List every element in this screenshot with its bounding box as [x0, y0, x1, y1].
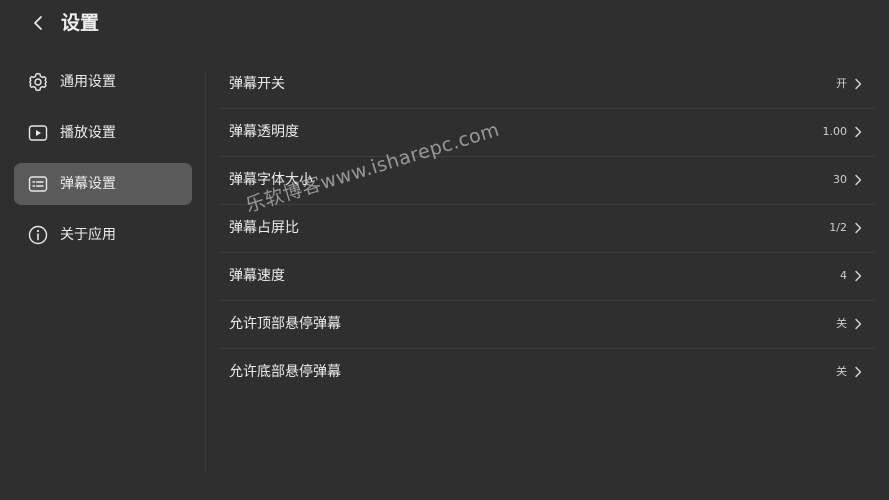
sidebar-item-label: 通用设置: [60, 74, 116, 90]
chevron-right-icon: [855, 222, 862, 234]
chevron-right-icon: [855, 174, 862, 186]
setting-label: 允许底部悬停弹幕: [229, 364, 341, 380]
settings-screen: 设置 通用设置 播放设置 弹幕设置 关于应用 弹幕开关 开 弹幕透明度 1.00…: [0, 0, 889, 500]
info-icon: [28, 225, 48, 245]
setting-value: 开: [836, 77, 847, 90]
setting-row-font-size[interactable]: 弹幕字体大小 30: [220, 157, 875, 205]
setting-row-speed[interactable]: 弹幕速度 4: [220, 253, 875, 301]
chevron-right-icon: [855, 366, 862, 378]
sidebar-item-general[interactable]: 通用设置: [14, 61, 192, 103]
setting-value: 30: [833, 173, 847, 186]
page-title: 设置: [61, 12, 100, 34]
back-button[interactable]: [26, 11, 50, 35]
danmaku-icon: [28, 174, 48, 194]
sidebar-item-danmaku[interactable]: 弹幕设置: [14, 163, 192, 205]
settings-list: 弹幕开关 开 弹幕透明度 1.00 弹幕字体大小 30 弹幕占屏比 1/2 弹幕…: [220, 61, 875, 396]
play-icon: [28, 123, 48, 143]
chevron-right-icon: [855, 318, 862, 330]
setting-row-opacity[interactable]: 弹幕透明度 1.00: [220, 109, 875, 157]
sidebar-item-playback[interactable]: 播放设置: [14, 112, 192, 154]
setting-value: 1.00: [822, 125, 848, 138]
setting-row-screen-ratio[interactable]: 弹幕占屏比 1/2: [220, 205, 875, 253]
chevron-left-icon: [34, 16, 42, 30]
setting-row-bottom-fixed[interactable]: 允许底部悬停弹幕 关: [220, 349, 875, 396]
setting-value: 关: [836, 365, 847, 378]
setting-value: 4: [840, 269, 847, 282]
chevron-right-icon: [855, 78, 862, 90]
divider: [205, 72, 206, 472]
setting-label: 允许顶部悬停弹幕: [229, 316, 341, 332]
chevron-right-icon: [855, 270, 862, 282]
gear-icon: [28, 72, 48, 92]
setting-label: 弹幕占屏比: [229, 220, 299, 236]
setting-value: 1/2: [829, 221, 847, 234]
sidebar-item-label: 弹幕设置: [60, 176, 116, 192]
setting-value: 关: [836, 317, 847, 330]
sidebar: 通用设置 播放设置 弹幕设置 关于应用: [14, 61, 192, 265]
chevron-right-icon: [855, 126, 862, 138]
setting-label: 弹幕开关: [229, 76, 285, 92]
header: 设置: [0, 0, 889, 48]
sidebar-item-label: 播放设置: [60, 125, 116, 141]
setting-label: 弹幕字体大小: [229, 172, 313, 188]
setting-label: 弹幕透明度: [229, 124, 299, 140]
setting-label: 弹幕速度: [229, 268, 285, 284]
sidebar-item-label: 关于应用: [60, 227, 116, 243]
setting-row-danmaku-toggle[interactable]: 弹幕开关 开: [220, 61, 875, 109]
sidebar-item-about[interactable]: 关于应用: [14, 214, 192, 256]
setting-row-top-fixed[interactable]: 允许顶部悬停弹幕 关: [220, 301, 875, 349]
